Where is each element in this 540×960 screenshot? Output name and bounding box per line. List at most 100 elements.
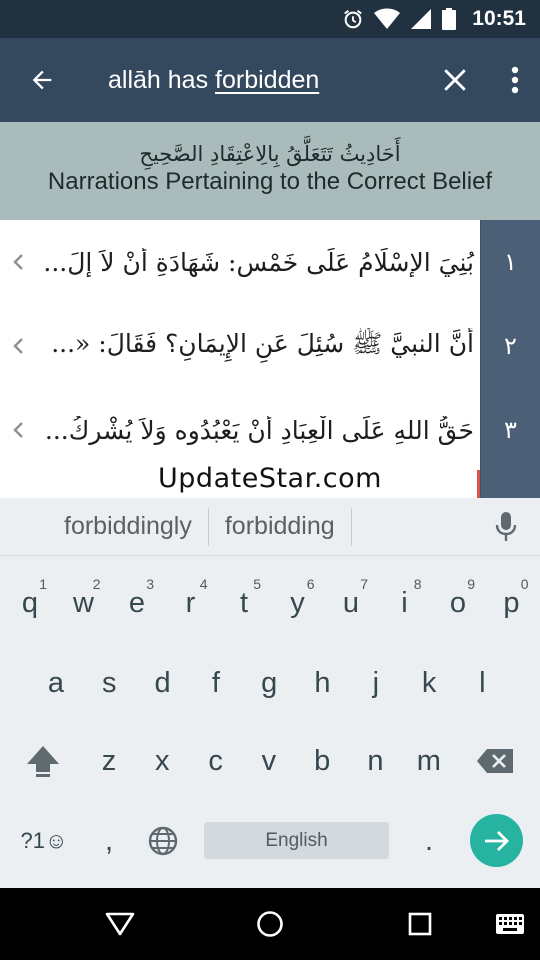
key-m[interactable]: m	[402, 722, 456, 800]
key-f[interactable]: f	[189, 644, 243, 722]
keyboard-switch-button[interactable]	[490, 904, 530, 944]
key-hint: 4	[199, 576, 208, 592]
list-item[interactable]: أَنَّ النبيَّ ﷺ سُئِلَ عَنِ الإِيمَانِ؟ …	[0, 304, 540, 388]
narration-text: حَقُّ اللهِ عَلَى الْعِبَادِ أَنْ يَعْبُ…	[44, 415, 474, 445]
key-p[interactable]: p0	[485, 564, 539, 642]
key-a[interactable]: a	[29, 644, 83, 722]
arrow-back-icon	[32, 70, 52, 90]
clear-search-button[interactable]	[420, 38, 490, 122]
voice-input-button[interactable]	[486, 506, 526, 548]
key-o[interactable]: o9	[431, 564, 485, 642]
key-label: o	[449, 586, 467, 619]
key-label: i	[401, 586, 408, 619]
back-button[interactable]	[0, 38, 84, 122]
key-hint: 7	[360, 576, 368, 592]
shift-icon	[27, 746, 59, 777]
key-l[interactable]: l	[455, 644, 509, 722]
key-j[interactable]: j	[349, 644, 403, 722]
key-label: y	[290, 586, 305, 619]
key-hint: 3	[146, 576, 154, 592]
section-title-english: Narrations Pertaining to the Correct Bel…	[47, 168, 493, 195]
search-input[interactable]: allāh has forbidden	[84, 66, 420, 95]
alarm-icon	[344, 9, 363, 29]
suggestion-divider	[350, 507, 352, 546]
close-icon	[444, 69, 466, 91]
delete-key[interactable]	[468, 722, 522, 800]
keyboard-row-1: q1w2e3r4t5y6u7i8o9p0	[0, 564, 540, 642]
suggestion-forbiddingly[interactable]: forbiddingly	[0, 508, 208, 546]
comma-key[interactable]: ,	[82, 802, 136, 880]
chevron-left-icon	[0, 304, 36, 388]
cell-signal-icon	[411, 9, 432, 29]
backspace-icon	[477, 749, 513, 773]
status-bar: 10:51	[0, 0, 540, 38]
list-item[interactable]: بُنِيَ الإِسْلَامُ عَلَى خَمْسٍ: شَهَادَ…	[0, 220, 540, 304]
narration-number: ٢	[480, 304, 540, 388]
system-navigation-bar	[0, 888, 540, 960]
key-label: q	[21, 586, 39, 619]
key-n[interactable]: n	[349, 722, 403, 800]
triangle-back-icon	[105, 912, 135, 936]
key-c[interactable]: c	[189, 722, 243, 800]
narration-number: ٣	[480, 388, 540, 472]
circle-home-icon	[257, 911, 283, 937]
section-header: أَحَادِيثُ تَتَعَلَّقُ بِالِاعْتِقَادِ ا…	[0, 122, 540, 220]
keyboard-icon	[496, 914, 524, 934]
key-k[interactable]: k	[402, 644, 456, 722]
soft-keyboard: q1w2e3r4t5y6u7i8o9p0 asdfghjkl zxcvbnm ?…	[0, 556, 540, 888]
key-hint: 9	[467, 576, 475, 592]
key-b[interactable]: b	[295, 722, 349, 800]
key-z[interactable]: z	[82, 722, 136, 800]
overflow-menu-button[interactable]	[490, 38, 540, 122]
key-hint: 1	[39, 576, 47, 592]
section-title-arabic: أَحَادِيثُ تَتَعَلَّقُ بِالِاعْتِقَادِ ا…	[139, 142, 401, 166]
shift-key[interactable]	[16, 722, 70, 800]
narration-number: ١	[480, 220, 540, 304]
watermark: UpdateStar.com	[158, 463, 382, 494]
key-hint: 2	[92, 576, 101, 592]
nav-home-button[interactable]	[250, 904, 290, 944]
key-label: w	[73, 586, 94, 619]
nav-back-button[interactable]	[100, 904, 140, 944]
key-s[interactable]: s	[82, 644, 136, 722]
key-label: r	[185, 586, 196, 619]
narration-list: بُنِيَ الإِسْلَامُ عَلَى خَمْسٍ: شَهَادَ…	[0, 220, 540, 498]
suggestion-forbidding[interactable]: forbidding	[209, 508, 351, 546]
language-switch-key[interactable]	[136, 802, 190, 880]
chevron-left-icon	[0, 220, 36, 304]
key-v[interactable]: v	[242, 722, 296, 800]
key-x[interactable]: x	[135, 722, 189, 800]
key-y[interactable]: y6	[271, 564, 325, 642]
narration-text: أَنَّ النبيَّ ﷺ سُئِلَ عَنِ الإِيمَانِ؟ …	[51, 328, 474, 358]
space-key[interactable]: English	[204, 822, 389, 859]
key-q[interactable]: q1	[3, 564, 57, 642]
key-w[interactable]: w2	[57, 564, 111, 642]
nav-recents-button[interactable]	[400, 904, 440, 944]
wifi-icon	[374, 8, 401, 29]
key-i[interactable]: i8	[378, 564, 432, 642]
key-g[interactable]: g	[242, 644, 296, 722]
key-label: p	[503, 586, 520, 619]
period-key[interactable]: .	[402, 802, 456, 880]
key-label: e	[128, 586, 146, 619]
key-label: u	[342, 586, 360, 619]
key-e[interactable]: e3	[110, 564, 164, 642]
globe-icon	[148, 826, 178, 856]
key-d[interactable]: d	[136, 644, 190, 722]
key-u[interactable]: u7	[324, 564, 378, 642]
key-hint: 6	[306, 576, 315, 592]
enter-key[interactable]	[470, 814, 523, 867]
key-t[interactable]: t5	[217, 564, 271, 642]
arrow-forward-icon	[484, 830, 509, 851]
key-label: t	[239, 586, 249, 619]
key-h[interactable]: h	[296, 644, 350, 722]
clock: 10:51	[472, 7, 526, 30]
key-hint: 8	[413, 576, 422, 592]
search-query-prefix: allāh has	[108, 65, 216, 94]
keyboard-row-2: asdfghjkl	[0, 644, 540, 722]
key-r[interactable]: r4	[164, 564, 218, 642]
list-item[interactable]: حَقُّ اللهِ عَلَى الْعِبَادِ أَنْ يَعْبُ…	[0, 388, 540, 472]
symbols-key[interactable]: ?1☺	[14, 802, 74, 880]
square-recents-icon	[408, 912, 432, 936]
more-vert-icon	[511, 66, 519, 94]
